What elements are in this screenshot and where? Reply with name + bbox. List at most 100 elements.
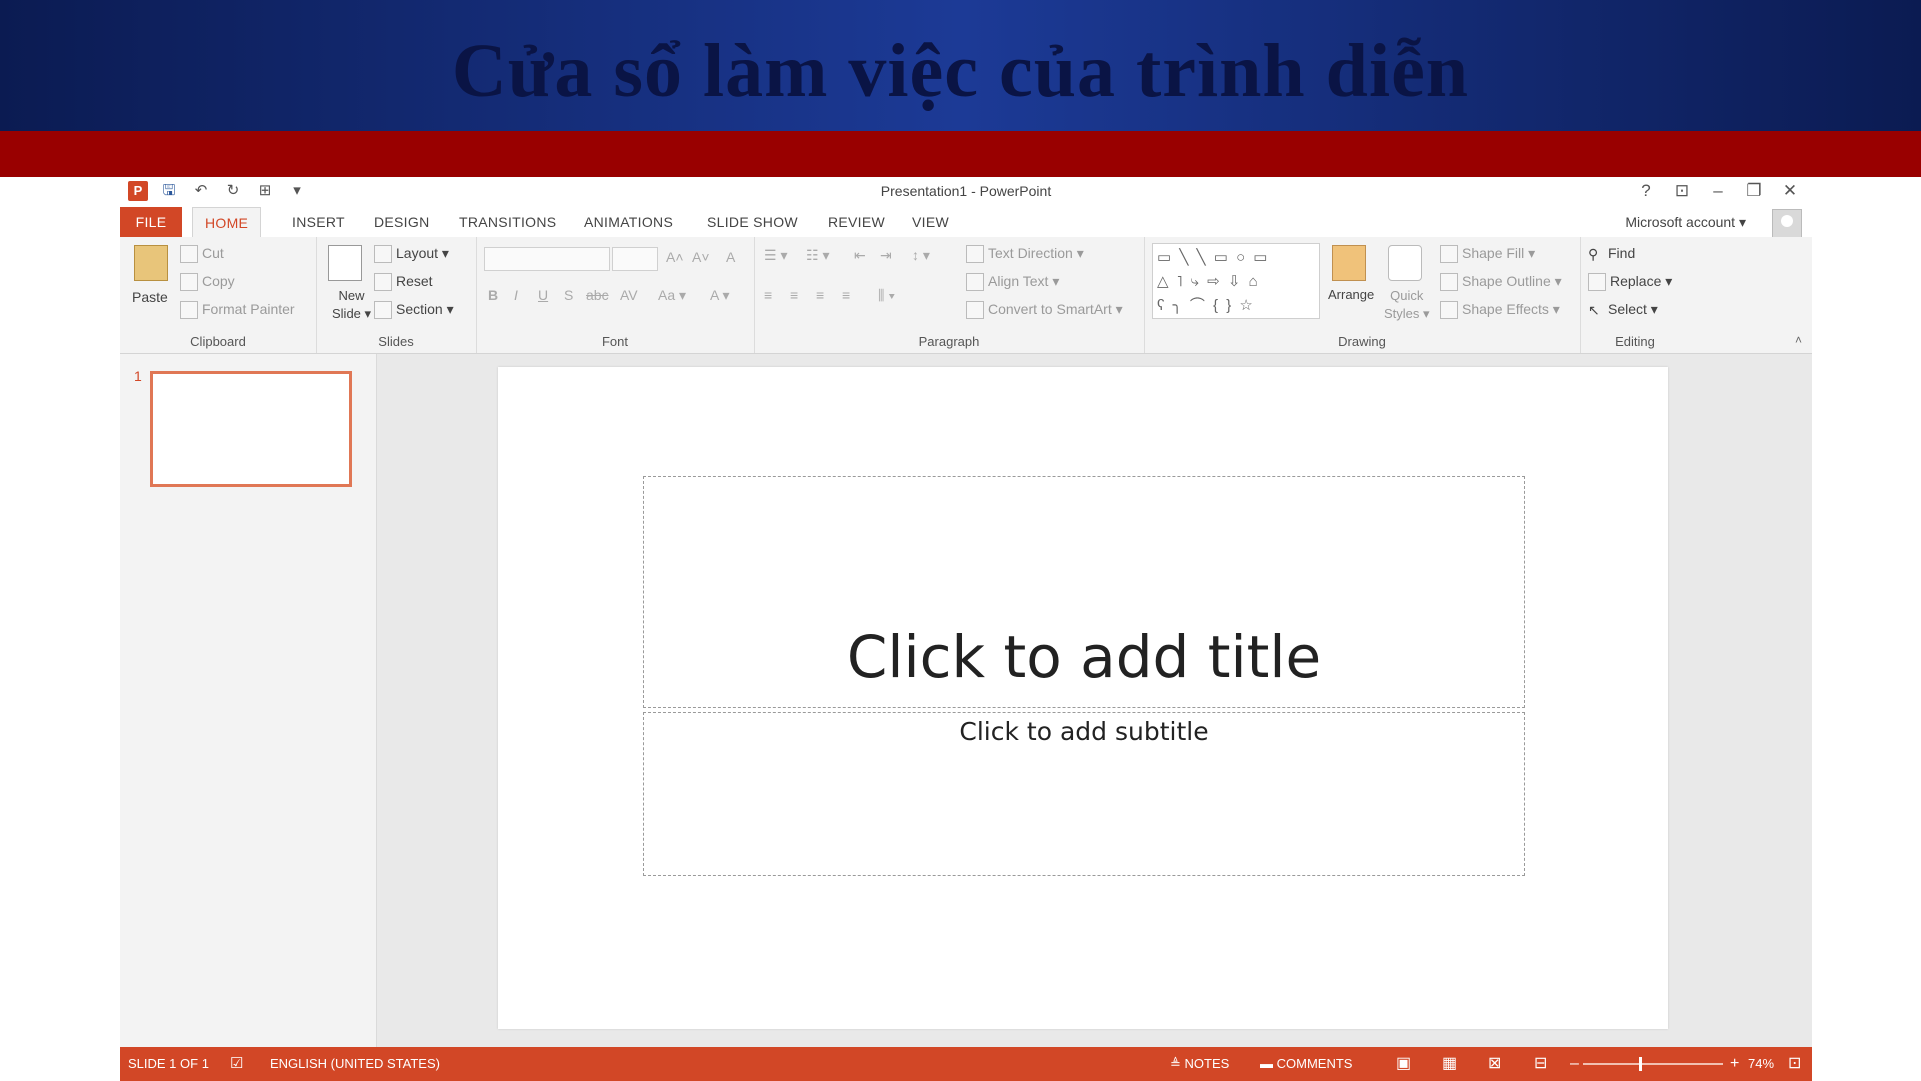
align-text-icon bbox=[966, 273, 984, 292]
numbering-icon[interactable]: ☷ ▾ bbox=[806, 247, 829, 264]
status-bar: SLIDE 1 OF 1 ☑ ENGLISH (UNITED STATES) ≜… bbox=[120, 1047, 1812, 1081]
font-size-dropdown[interactable] bbox=[612, 247, 658, 271]
cut-button[interactable]: Cut bbox=[180, 245, 224, 264]
clear-formatting-button[interactable]: A bbox=[726, 249, 735, 265]
slide-thumbnail[interactable] bbox=[150, 371, 352, 487]
arrange-icon[interactable] bbox=[1332, 245, 1366, 281]
section-label: Section ▾ bbox=[396, 301, 454, 317]
zoom-in-button[interactable]: + bbox=[1730, 1047, 1739, 1081]
italic-button[interactable]: I bbox=[514, 287, 518, 303]
restore-button[interactable]: ❐ bbox=[1740, 180, 1768, 202]
bullets-icon[interactable]: ☰ ▾ bbox=[764, 247, 787, 264]
avatar[interactable] bbox=[1772, 209, 1802, 239]
start-presentation-icon[interactable]: ⊞ bbox=[254, 181, 276, 201]
fit-slide-icon[interactable]: ⊡ bbox=[1788, 1047, 1801, 1081]
minimize-button[interactable]: – bbox=[1704, 180, 1732, 202]
quick-styles-button[interactable]: Quick Styles ▾ bbox=[1384, 287, 1430, 323]
reset-icon bbox=[374, 273, 392, 292]
tab-slide-show[interactable]: SLIDE SHOW bbox=[695, 207, 810, 237]
copy-button[interactable]: Copy bbox=[180, 273, 235, 292]
help-button[interactable]: ? bbox=[1632, 180, 1660, 202]
character-spacing-button[interactable]: AV bbox=[620, 287, 638, 303]
strikethrough-button[interactable]: abc bbox=[586, 287, 609, 303]
slide-thumbnail-pane: 1 bbox=[120, 354, 377, 1047]
new-slide-button[interactable]: New Slide ▾ bbox=[332, 287, 371, 323]
subtitle-placeholder[interactable]: Click to add subtitle bbox=[643, 712, 1525, 876]
shape-outline-button[interactable]: Shape Outline ▾ bbox=[1440, 273, 1562, 292]
spelling-check-icon[interactable]: ☑ bbox=[230, 1047, 243, 1081]
customize-qat-icon[interactable]: ▾ bbox=[286, 181, 308, 201]
layout-button[interactable]: Layout ▾ bbox=[374, 245, 449, 264]
window-title: Presentation1 - PowerPoint bbox=[880, 183, 1052, 199]
zoom-slider-thumb[interactable] bbox=[1639, 1057, 1642, 1071]
grow-font-button[interactable]: A˄ bbox=[666, 249, 684, 265]
convert-smartart-button[interactable]: Convert to SmartArt ▾ bbox=[966, 301, 1123, 320]
paste-button[interactable]: Paste bbox=[132, 289, 168, 305]
ribbon-display-options-button[interactable]: ⊡ bbox=[1668, 180, 1696, 202]
section-button[interactable]: Section ▾ bbox=[374, 301, 454, 320]
text-direction-button[interactable]: Text Direction ▾ bbox=[966, 245, 1084, 264]
paste-icon[interactable] bbox=[134, 245, 168, 281]
reading-view-icon[interactable]: ⊠ bbox=[1488, 1047, 1501, 1081]
text-shadow-button[interactable]: S bbox=[564, 287, 573, 303]
tab-review[interactable]: REVIEW bbox=[816, 207, 897, 237]
slide-canvas[interactable]: Click to add title Click to add subtitle bbox=[498, 367, 1668, 1029]
red-divider-bar bbox=[0, 131, 1921, 177]
find-button[interactable]: ⚲ Find bbox=[1588, 245, 1635, 262]
comments-button[interactable]: ▬ COMMENTS bbox=[1260, 1047, 1352, 1081]
slide-sorter-icon[interactable]: ▦ bbox=[1442, 1047, 1457, 1081]
quick-access-toolbar: P 🖫 ↶ ↻ ⊞ ▾ bbox=[128, 181, 308, 201]
zoom-slider[interactable] bbox=[1583, 1063, 1723, 1065]
justify-icon[interactable]: ≡ bbox=[842, 287, 850, 303]
undo-icon[interactable]: ↶ bbox=[190, 181, 212, 201]
columns-icon[interactable]: ⫼ ▾ bbox=[878, 287, 895, 304]
align-left-icon[interactable]: ≡ bbox=[764, 287, 772, 303]
quick-styles-icon[interactable] bbox=[1388, 245, 1422, 281]
arrange-button[interactable]: Arrange bbox=[1328, 287, 1374, 302]
line-spacing-icon[interactable]: ↕ ▾ bbox=[912, 247, 930, 264]
powerpoint-logo-icon[interactable]: P bbox=[128, 181, 148, 201]
shape-fill-button[interactable]: Shape Fill ▾ bbox=[1440, 245, 1535, 264]
shrink-font-button[interactable]: A˅ bbox=[692, 249, 710, 265]
title-placeholder[interactable]: Click to add title bbox=[643, 476, 1525, 708]
select-label: Select ▾ bbox=[1608, 301, 1658, 317]
notes-button[interactable]: ≜ NOTES bbox=[1170, 1047, 1229, 1081]
redo-icon[interactable]: ↻ bbox=[222, 181, 244, 201]
font-name-dropdown[interactable] bbox=[484, 247, 610, 271]
shape-effects-button[interactable]: Shape Effects ▾ bbox=[1440, 301, 1560, 320]
tab-animations[interactable]: ANIMATIONS bbox=[572, 207, 685, 237]
new-slide-icon[interactable] bbox=[328, 245, 362, 281]
save-icon[interactable]: 🖫 bbox=[158, 181, 180, 201]
increase-indent-icon[interactable]: ⇥ bbox=[880, 247, 892, 264]
zoom-out-button[interactable]: – bbox=[1570, 1047, 1579, 1081]
decrease-indent-icon[interactable]: ⇤ bbox=[854, 247, 866, 264]
tab-transitions[interactable]: TRANSITIONS bbox=[447, 207, 568, 237]
replace-button[interactable]: Replace ▾ bbox=[1588, 273, 1672, 292]
reset-button[interactable]: Reset bbox=[374, 273, 433, 292]
align-center-icon[interactable]: ≡ bbox=[790, 287, 798, 303]
account-menu[interactable]: Microsoft account ▾ bbox=[1625, 207, 1746, 237]
section-icon bbox=[374, 301, 392, 320]
tab-insert[interactable]: INSERT bbox=[280, 207, 357, 237]
align-text-button[interactable]: Align Text ▾ bbox=[966, 273, 1059, 292]
language-status[interactable]: ENGLISH (UNITED STATES) bbox=[270, 1047, 440, 1081]
select-button[interactable]: ↖ Select ▾ bbox=[1588, 301, 1658, 318]
tab-file[interactable]: FILE bbox=[120, 207, 182, 237]
tab-home[interactable]: HOME bbox=[192, 207, 262, 238]
align-right-icon[interactable]: ≡ bbox=[816, 287, 824, 303]
font-color-button[interactable]: A ▾ bbox=[710, 287, 729, 304]
shapes-gallery[interactable]: ▭ ╲ ╲ ▭ ○ ▭ △ ˥ ⤷ ⇨ ⇩ ⌂ ʕ ╮ ⌒ { } ☆ bbox=[1152, 243, 1320, 319]
font-group: A˄ A˅ A B I U S abc AV Aa ▾ A ▾ Font bbox=[476, 237, 755, 353]
slideshow-view-icon[interactable]: ⊟ bbox=[1534, 1047, 1547, 1081]
close-button[interactable]: ✕ bbox=[1776, 180, 1804, 202]
normal-view-icon[interactable]: ▣ bbox=[1396, 1047, 1411, 1081]
bold-button[interactable]: B bbox=[488, 287, 498, 303]
tab-view[interactable]: VIEW bbox=[900, 207, 961, 237]
underline-button[interactable]: U bbox=[538, 287, 548, 303]
banner-title: Cửa sổ làm việc của trình diễn bbox=[451, 29, 1470, 113]
format-painter-button[interactable]: Format Painter bbox=[180, 301, 295, 320]
tab-design[interactable]: DESIGN bbox=[362, 207, 441, 237]
collapse-ribbon-icon[interactable]: ˄ bbox=[1795, 333, 1802, 347]
zoom-level[interactable]: 74% bbox=[1748, 1047, 1774, 1081]
change-case-button[interactable]: Aa ▾ bbox=[658, 287, 686, 304]
